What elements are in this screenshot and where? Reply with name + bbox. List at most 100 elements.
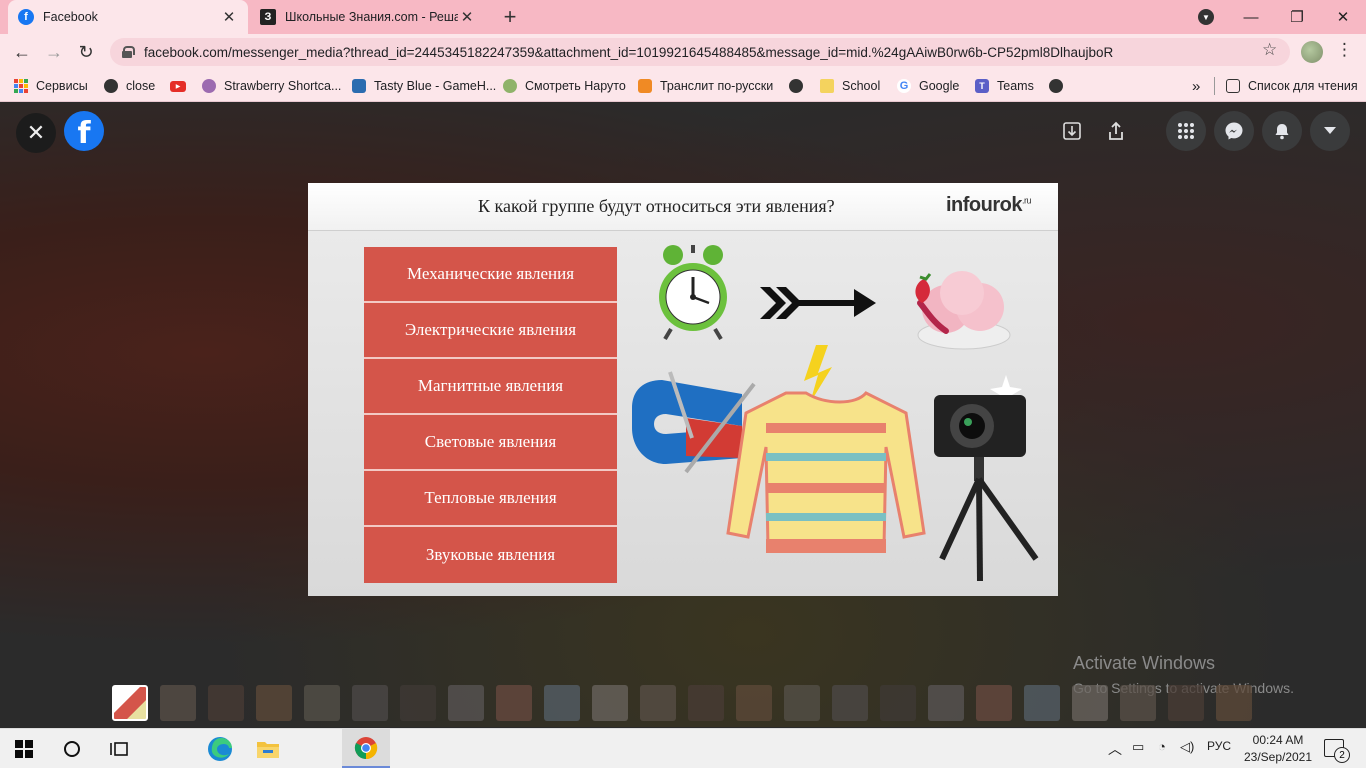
task-view-button[interactable] — [96, 729, 144, 768]
thumbnail-item[interactable] — [640, 685, 676, 721]
profile-avatar[interactable] — [1301, 41, 1323, 63]
thumbnail-item[interactable] — [1024, 685, 1060, 721]
thumbnail-item[interactable] — [496, 685, 532, 721]
phenomenon-item: Электрические явления — [364, 303, 617, 359]
thumbnail-item[interactable] — [1072, 685, 1108, 721]
tab-znanija[interactable]: З Школьные Знания.com - Решае ✕ — [250, 0, 486, 34]
task-view-icon — [110, 742, 128, 756]
browser-toolbar: ← → ↻ facebook.com/messenger_media?threa… — [0, 34, 1366, 70]
bookmark-close[interactable]: close — [104, 76, 155, 96]
chrome-button[interactable] — [342, 729, 390, 768]
bookmarks-bar: Сервисы close ▶ Strawberry Shortca... Ta… — [0, 70, 1366, 102]
thumbnail-item[interactable] — [112, 685, 148, 721]
arrow-icon — [760, 287, 876, 319]
url-text[interactable]: facebook.com/messenger_media?thread_id=2… — [144, 45, 1290, 60]
thumbnail-item[interactable] — [688, 685, 724, 721]
bookmark-globe-2[interactable] — [1049, 76, 1071, 96]
wifi-icon[interactable]: ◔ — [1158, 739, 1166, 754]
close-tab-icon[interactable]: ✕ — [458, 8, 476, 26]
thumbnail-item[interactable] — [1168, 685, 1204, 721]
bookmark-school-folder[interactable]: School — [820, 76, 880, 96]
thumbnail-item[interactable] — [928, 685, 964, 721]
thumbnail-item[interactable] — [400, 685, 436, 721]
bookmark-translit[interactable]: Транслит по-русски — [638, 76, 773, 96]
thumbnail-item[interactable] — [784, 685, 820, 721]
facebook-icon: f — [18, 9, 34, 25]
thumbnail-item[interactable] — [160, 685, 196, 721]
thumbnail-item[interactable] — [832, 685, 868, 721]
youtube-icon: ▶ — [170, 80, 186, 92]
thumbnail-item[interactable] — [544, 685, 580, 721]
game-icon — [352, 79, 366, 93]
new-tab-button[interactable]: + — [498, 4, 522, 30]
site-icon — [202, 79, 216, 93]
download-icon[interactable] — [1056, 113, 1088, 149]
start-button[interactable] — [0, 729, 48, 768]
thumbnail-item[interactable] — [736, 685, 772, 721]
bookmark-teams[interactable]: T Teams — [975, 76, 1034, 96]
thumbnail-item[interactable] — [208, 685, 244, 721]
account-dropdown-icon[interactable] — [1310, 111, 1350, 151]
file-explorer-button[interactable] — [244, 729, 292, 768]
thumbnail-item[interactable] — [304, 685, 340, 721]
globe-icon — [789, 79, 803, 93]
search-button[interactable] — [48, 729, 96, 768]
minimize-button[interactable]: — — [1228, 0, 1274, 34]
bookmarks-overflow-icon[interactable]: » — [1192, 76, 1200, 96]
bookmark-tasty-blue[interactable]: Tasty Blue - GameH... — [352, 76, 496, 96]
reload-button[interactable]: ↻ — [74, 40, 98, 64]
bookmark-google[interactable]: G Google — [897, 76, 959, 96]
address-bar[interactable]: facebook.com/messenger_media?thread_id=2… — [110, 38, 1290, 66]
bookmark-strawberry[interactable]: Strawberry Shortca... — [202, 76, 341, 96]
globe-icon — [1049, 79, 1063, 93]
divider — [1214, 77, 1215, 95]
system-clock[interactable]: 00:24 AM 23/Sep/2021 — [1240, 732, 1316, 766]
lock-icon[interactable] — [122, 46, 135, 58]
tab-title: Facebook — [43, 10, 98, 24]
thumbnail-item[interactable] — [448, 685, 484, 721]
tab-search-icon[interactable]: ▼ — [1198, 9, 1214, 25]
battery-icon[interactable]: ▭ — [1132, 739, 1144, 755]
attachment-image: К какой группе будут относиться эти явле… — [308, 183, 1058, 596]
phenomena-list: Механические явления Электрические явлен… — [364, 247, 617, 583]
close-viewer-button[interactable]: ✕ — [16, 113, 56, 153]
notifications-bell-icon[interactable] — [1262, 111, 1302, 151]
facebook-logo-icon[interactable]: f — [64, 111, 104, 151]
thumbnail-item[interactable] — [880, 685, 916, 721]
windows-taskbar: ︿ ▭ ◔ ◁) РУС 00:24 AM 23/Sep/2021 2 — [0, 728, 1366, 768]
menu-grid-icon[interactable] — [1166, 111, 1206, 151]
reading-list-button[interactable]: Список для чтения — [1226, 76, 1358, 96]
edge-button[interactable] — [196, 729, 244, 768]
thumbnail-item[interactable] — [352, 685, 388, 721]
phenomenon-item: Звуковые явления — [364, 527, 617, 583]
messenger-icon[interactable] — [1214, 111, 1254, 151]
thumbnail-item[interactable] — [256, 685, 292, 721]
share-icon[interactable] — [1100, 113, 1132, 149]
thumbnail-item[interactable] — [592, 685, 628, 721]
restore-button[interactable]: ❐ — [1274, 0, 1320, 34]
thumbnail-item[interactable] — [976, 685, 1012, 721]
bookmark-globe[interactable] — [789, 76, 811, 96]
close-window-button[interactable]: ✕ — [1320, 0, 1366, 34]
forward-button[interactable]: → — [42, 40, 66, 64]
tab-facebook[interactable]: f Facebook ✕ — [8, 0, 248, 34]
bookmark-naruto[interactable]: Смотреть Наруто — [503, 76, 626, 96]
bookmark-apps[interactable]: Сервисы — [14, 76, 88, 96]
back-button[interactable]: ← — [10, 40, 34, 64]
slide-header: К какой группе будут относиться эти явле… — [308, 183, 1058, 231]
browser-menu-icon[interactable]: ⋮ — [1336, 40, 1353, 60]
bookmark-youtube[interactable]: ▶ — [170, 76, 194, 96]
phenomenon-item: Магнитные явления — [364, 359, 617, 415]
volume-icon[interactable]: ◁) — [1180, 739, 1194, 755]
znanija-icon: З — [260, 9, 276, 25]
globe-icon — [104, 79, 118, 93]
notification-count-badge: 2 — [1334, 747, 1350, 763]
thumbnail-item[interactable] — [1120, 685, 1156, 721]
language-indicator[interactable]: РУС — [1207, 739, 1231, 753]
bookmark-star-icon[interactable]: ☆ — [1262, 40, 1277, 60]
thumbnail-item[interactable] — [1216, 685, 1252, 721]
close-tab-icon[interactable]: ✕ — [220, 8, 238, 26]
tray-overflow-icon[interactable]: ︿ — [1108, 739, 1122, 759]
phenomenon-item: Световые явления — [364, 415, 617, 471]
naruto-icon — [503, 79, 517, 93]
